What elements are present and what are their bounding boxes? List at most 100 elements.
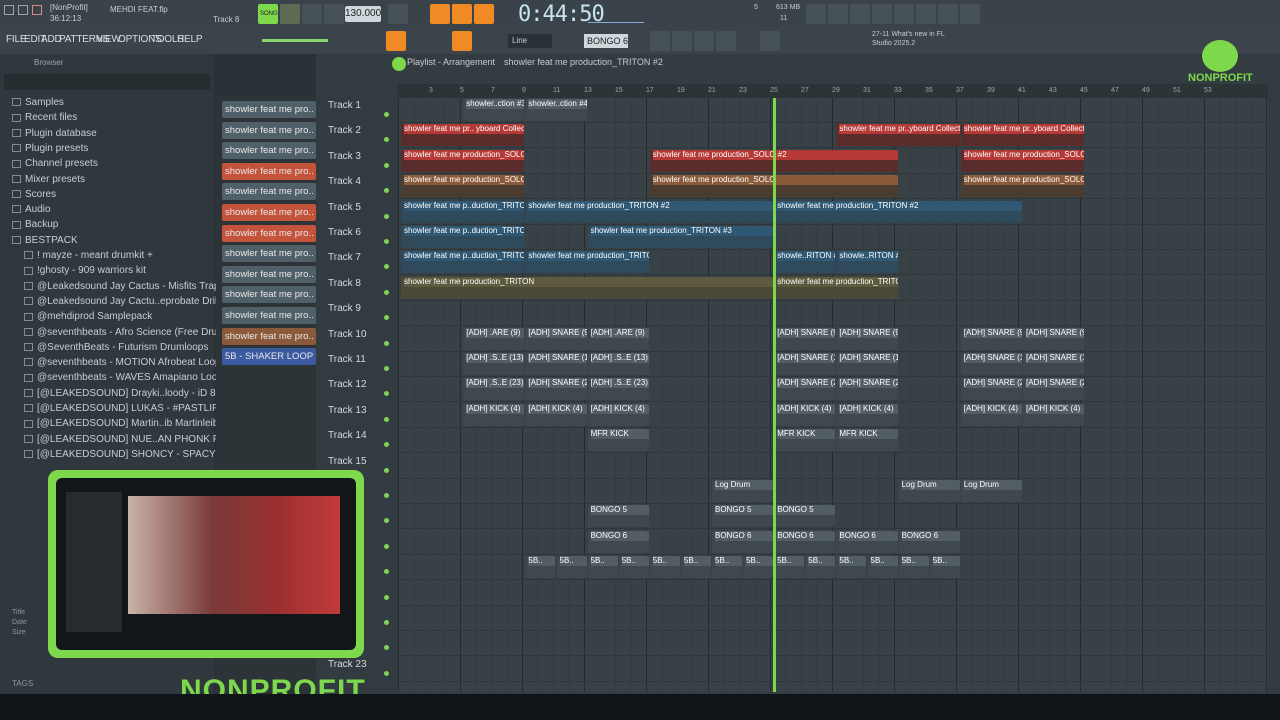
- playlist-clip[interactable]: 5B..: [587, 556, 618, 579]
- playlist-clip[interactable]: showler feat me production_TRITON #3: [587, 226, 774, 248]
- track-name[interactable]: Track 13: [328, 405, 367, 416]
- track-mute-led[interactable]: [384, 366, 389, 371]
- playlist-icon[interactable]: [386, 31, 406, 51]
- browser-item[interactable]: @seventhbeats - MOTION Afrobeat Loops: [24, 355, 224, 370]
- playlist-clip[interactable]: BONGO 5: [587, 505, 649, 528]
- browser-item[interactable]: [@LEAKEDSOUND] NUE..AN PHONK PACK VOL. 1: [24, 432, 224, 447]
- track-row[interactable]: [398, 581, 1268, 606]
- tempo-display[interactable]: 130.000: [345, 6, 381, 22]
- channel-button[interactable]: showler feat me pro..: [222, 307, 316, 324]
- browser-item[interactable]: [@LEAKEDSOUND] SHONCY - SPACY FUNK KIT: [24, 447, 224, 462]
- channel-button[interactable]: showler feat me pro..: [222, 142, 316, 160]
- playlist-clip[interactable]: showle..RITON #4: [836, 251, 898, 274]
- playlist-clip[interactable]: showler feat me p..duction_TRITON #2: [401, 200, 525, 223]
- playlist-clip[interactable]: [ADH] SNARE (9): [525, 327, 587, 350]
- playlist-clip[interactable]: BONGO 5: [712, 505, 774, 528]
- menu-help[interactable]: HELP: [177, 34, 203, 45]
- playlist-clip[interactable]: showler feat me p..duction_TRITON #3: [401, 226, 525, 248]
- playlist-clip[interactable]: showler..ction #3: [463, 99, 525, 121]
- playlist-clip[interactable]: [ADH] SNARE (23): [774, 378, 836, 401]
- playlist-clip[interactable]: [ADH] .ARE (9): [463, 327, 525, 350]
- browser-item[interactable]: @SeventhBeats - Futurism Drumloops: [24, 340, 224, 355]
- export-icon[interactable]: [960, 4, 980, 24]
- track-name[interactable]: Track 7: [328, 252, 361, 263]
- track-name[interactable]: Track 12: [328, 379, 367, 390]
- playlist-clip[interactable]: showler feat me production_TRITON #2: [525, 200, 774, 223]
- track-name[interactable]: Track 5: [328, 202, 361, 213]
- close-icon[interactable]: [32, 5, 42, 15]
- help-icon[interactable]: [872, 4, 892, 24]
- browser-item[interactable]: !ghosty - 909 warriors kit: [24, 263, 224, 278]
- track-row[interactable]: [398, 301, 1268, 327]
- playlist-clip[interactable]: 5B..: [712, 556, 743, 579]
- track-mute-led[interactable]: [384, 289, 389, 295]
- playlist-clip[interactable]: [ADH] SNARE (9): [960, 327, 1022, 350]
- playlist-clip[interactable]: BONGO 6: [587, 530, 649, 553]
- playlist-clip[interactable]: BONGO 6: [898, 530, 960, 553]
- playlist-clip[interactable]: [ADH] SNARE (23): [525, 378, 587, 401]
- browser-item[interactable]: [@LEAKEDSOUND] LUKAS - #PASTLIFE KIT: [24, 401, 224, 416]
- playlist-grid[interactable]: showler..ction #3 showler..ction #4 showle…: [398, 98, 1268, 692]
- playlist-clip[interactable]: BONGO 6: [836, 530, 898, 553]
- playlist-clip[interactable]: [ADH] KICK (4): [960, 403, 1022, 426]
- playlist-clip[interactable]: 5B..: [649, 556, 680, 579]
- browser-item[interactable]: [@LEAKEDSOUND] Drayki..loody - iD 808 li…: [24, 386, 224, 401]
- loop-record-icon[interactable]: [474, 4, 494, 24]
- playlist-clip[interactable]: [ADH] KICK (4): [463, 403, 525, 426]
- playlist-clip[interactable]: showler feat me production_TRITON: [774, 276, 898, 299]
- playhead[interactable]: [773, 98, 776, 692]
- track-name[interactable]: Track 14: [328, 430, 367, 441]
- master-volume-slider[interactable]: [262, 39, 328, 42]
- playlist-clip[interactable]: 5B..: [618, 556, 649, 579]
- playlist-clip[interactable]: showler feat me production_TRITON #4: [525, 251, 649, 274]
- playlist-clip[interactable]: [ADH] SNARE (13): [525, 353, 587, 375]
- playlist-clip[interactable]: [ADH] KICK (4): [587, 403, 649, 426]
- snap-select[interactable]: Line: [508, 34, 552, 48]
- browser-icon[interactable]: [650, 31, 670, 51]
- stop-button[interactable]: [302, 4, 322, 24]
- playlist-clip[interactable]: showler feat me production_SOLO #2: [960, 149, 1085, 172]
- playlist-clip[interactable]: BONGO 5: [774, 505, 836, 528]
- playlist-clip[interactable]: Log Drum: [712, 480, 774, 502]
- playlist-play-icon[interactable]: [392, 57, 406, 71]
- browser-item[interactable]: Mixer presets: [12, 172, 212, 187]
- playlist-clip[interactable]: showler feat me production_SOLO: [960, 175, 1085, 198]
- playlist-clip[interactable]: [ADH] .S..E (13): [463, 353, 525, 375]
- browser-item[interactable]: Scores: [12, 187, 212, 202]
- draw-icon[interactable]: [452, 31, 472, 51]
- track-name[interactable]: Track 10: [328, 329, 367, 340]
- playlist-clip[interactable]: BONGO 6: [712, 530, 774, 553]
- browser-item[interactable]: BESTPACK: [12, 233, 212, 248]
- channel-button[interactable]: showler feat me pro..: [222, 162, 316, 180]
- tags-label[interactable]: TAGS: [12, 679, 33, 688]
- record-button[interactable]: [324, 4, 344, 24]
- track-row[interactable]: [398, 631, 1268, 657]
- pattern-select[interactable]: BONGO 6: [584, 34, 628, 48]
- track-mute-led[interactable]: [384, 112, 389, 117]
- browser-item[interactable]: Channel presets: [12, 156, 212, 171]
- playlist-clip[interactable]: [ADH] KICK (4): [774, 403, 836, 426]
- playlist-clip[interactable]: [ADH] SNARE (13): [836, 353, 898, 375]
- track-mute-led[interactable]: [384, 493, 389, 498]
- playlist-clip[interactable]: [ADH] .S..E (23): [587, 378, 649, 401]
- playlist-clip[interactable]: [ADH] SNARE (9): [774, 327, 836, 350]
- track-mute-led[interactable]: [384, 162, 389, 168]
- playlist-clip[interactable]: showler feat me production_SOLO: [401, 175, 525, 198]
- browser-item[interactable]: @seventhbeats - Afro Science (Free Drum …: [24, 325, 224, 340]
- playlist-clip[interactable]: showler feat me production_TRITON: [401, 276, 774, 299]
- track-row[interactable]: [398, 454, 1268, 479]
- track-row[interactable]: [398, 479, 1268, 504]
- channel-button[interactable]: showler feat me pro..: [222, 224, 316, 242]
- browser-item[interactable]: Audio: [12, 202, 212, 217]
- browser-item[interactable]: Plugin presets: [12, 141, 212, 156]
- track-name[interactable]: Track 3: [328, 151, 361, 162]
- track-mute-led[interactable]: [384, 213, 389, 219]
- track-name[interactable]: Track 6: [328, 227, 361, 238]
- track-name[interactable]: Track 15: [328, 456, 367, 467]
- playlist-clip[interactable]: [ADH] SNARE (23): [836, 378, 898, 401]
- playlist-clip[interactable]: 5B..: [805, 556, 836, 579]
- track-mute-led[interactable]: [384, 416, 389, 422]
- playlist-clip[interactable]: 5B..: [774, 556, 805, 579]
- track-name[interactable]: Track 8: [328, 278, 361, 289]
- playlist-clip[interactable]: MFR KICK: [587, 429, 649, 452]
